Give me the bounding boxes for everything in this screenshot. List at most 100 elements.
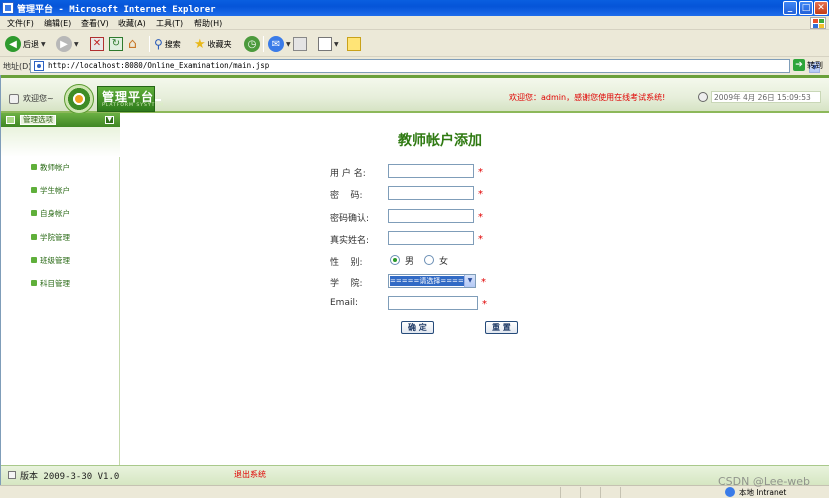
sidebar-item-label: 科目管理 <box>40 278 70 288</box>
logo: 管理平台 PLATFORM SYSYTEM <box>97 86 163 112</box>
minimize-button[interactable]: _ <box>783 1 797 15</box>
realname-input[interactable] <box>388 231 474 245</box>
address-bar: 地址(D) http://localhost:8080/Online_Exami… <box>0 58 829 74</box>
password-label: 密 码: <box>330 191 363 201</box>
logo-subtitle: PLATFORM SYSYTEM <box>102 103 165 108</box>
bullet-icon <box>31 257 37 263</box>
printer-icon <box>293 37 307 51</box>
sidebar-item-class[interactable]: 班级管理 <box>31 254 70 266</box>
college-select[interactable]: =====请选择===== ▼ <box>388 274 476 288</box>
college-label: 学 院: <box>330 279 363 289</box>
home-button[interactable]: ⌂ <box>128 35 137 53</box>
forward-dropdown-icon: ▼ <box>74 40 79 48</box>
gender-female-radio[interactable] <box>424 255 434 265</box>
toolbar-separator <box>149 36 150 52</box>
note-icon <box>347 37 361 51</box>
sidebar-item-subject[interactable]: 科目管理 <box>31 277 70 289</box>
refresh-button[interactable]: ↻ <box>109 35 123 53</box>
address-input[interactable]: http://localhost:8080/Online_Examination… <box>30 59 820 73</box>
print-button[interactable] <box>293 35 307 53</box>
username-input[interactable] <box>388 164 474 178</box>
bullet-icon <box>31 234 37 240</box>
search-label: 搜索 <box>164 39 181 49</box>
status-cell <box>560 487 580 498</box>
edit-button[interactable]: ▼ <box>318 35 339 53</box>
password-input[interactable] <box>388 186 474 200</box>
menu-tools[interactable]: 工具(T) <box>156 18 183 29</box>
refresh-icon: ↻ <box>109 37 123 51</box>
menu-favorites[interactable]: 收藏(A) <box>118 18 146 29</box>
sidebar-band <box>1 127 120 157</box>
email-label: Email: <box>330 298 359 308</box>
close-button[interactable]: ✕ <box>814 1 828 15</box>
logout-link[interactable]: 退出系统 <box>234 469 266 480</box>
bullet-icon <box>31 210 37 216</box>
window-title: 管理平台 - Microsoft Internet Explorer <box>17 5 216 15</box>
gender-label: 性 别: <box>330 258 363 268</box>
sidebar-item-teacher-account[interactable]: 教师帐户 <box>31 161 70 173</box>
address-url[interactable]: http://localhost:8080/Online_Examination… <box>48 61 269 70</box>
gender-male-radio[interactable] <box>390 255 400 265</box>
status-cell <box>620 487 720 498</box>
home-icon: ⌂ <box>128 36 137 52</box>
gender-female-label[interactable]: 女 <box>439 254 448 267</box>
email-input[interactable] <box>388 296 478 310</box>
back-dropdown-icon: ▼ <box>41 40 46 48</box>
forward-arrow-icon: ▶ <box>56 36 72 52</box>
ie-page-icon <box>34 61 44 71</box>
date-time: 2009年 4月 26日 15:09:53 <box>711 91 821 103</box>
history-button[interactable]: ◷ <box>244 35 260 53</box>
required-mark: * <box>478 234 483 245</box>
stop-button[interactable]: ✕ <box>90 35 104 53</box>
required-mark: * <box>478 189 483 200</box>
menu-edit[interactable]: 编辑(E) <box>44 18 71 29</box>
menu-view[interactable]: 查看(V) <box>81 18 109 29</box>
logo-emblem-icon <box>64 84 94 114</box>
reset-button[interactable]: 重 置 <box>485 321 518 334</box>
back-button[interactable]: ◀ 后退 ▼ <box>5 35 46 53</box>
bullet-icon <box>31 187 37 193</box>
welcome-text: 欢迎您~ <box>23 94 54 103</box>
menu-icon <box>6 116 15 124</box>
sidebar-header: 管理选项 ▼ <box>1 113 120 127</box>
sidebar-title: 管理选项 <box>20 115 56 125</box>
college-select-value: =====请选择===== <box>390 276 464 286</box>
windows-logo-icon <box>810 17 826 29</box>
gender-male-label[interactable]: 男 <box>405 254 414 267</box>
collapse-icon[interactable]: ▼ <box>105 116 114 124</box>
mail-button[interactable]: ✉ ▼ <box>268 35 291 53</box>
sidebar-item-label: 自身帐户 <box>40 208 70 218</box>
maximize-button[interactable]: □ <box>799 1 813 15</box>
search-button[interactable]: ⚲ 搜索 <box>154 35 181 53</box>
document-icon <box>318 37 332 51</box>
menu-file[interactable]: 文件(F) <box>7 18 34 29</box>
search-icon: ⚲ <box>154 37 163 51</box>
page-viewport: 欢迎您~ 管理平台 PLATFORM SYSYTEM 欢迎您：admin，感谢您… <box>0 75 829 485</box>
submit-button[interactable]: 确 定 <box>401 321 434 334</box>
go-button[interactable]: ➔ 转到 <box>793 59 823 71</box>
clock-icon <box>698 92 708 102</box>
watermark: CSDN @Lee-web <box>718 475 811 488</box>
sidebar-item-student-account[interactable]: 学生帐户 <box>31 184 70 196</box>
required-mark: * <box>481 277 486 288</box>
menu-help[interactable]: 帮助(H) <box>194 18 222 29</box>
go-label: 转到 <box>807 60 823 70</box>
confirm-password-label: 密码确认: <box>330 214 370 224</box>
required-mark: * <box>478 212 483 223</box>
confirm-password-input[interactable] <box>388 209 474 223</box>
site-footer: 版本 2009-3-30 V1.0 退出系统 <box>1 465 829 485</box>
status-cell <box>580 487 600 498</box>
sidebar-item-college[interactable]: 学院管理 <box>31 231 70 243</box>
main-content: 教师帐户添加 用 户 名: * 密 码: * 密码确认: * 真实姓名: * 性… <box>121 113 829 465</box>
mail-icon: ✉ <box>268 36 284 52</box>
sidebar-item-own-account[interactable]: 自身帐户 <box>31 207 70 219</box>
stop-icon: ✕ <box>90 37 104 51</box>
star-icon: ★ <box>194 36 206 52</box>
intranet-zone-icon <box>725 487 735 497</box>
status-bar: 本地 Intranet <box>0 485 829 498</box>
messenger-button[interactable] <box>347 35 361 53</box>
toolbar-separator <box>263 36 264 52</box>
forward-button[interactable]: ▶ ▼ <box>56 35 79 53</box>
chevron-down-icon[interactable]: ▼ <box>464 275 475 287</box>
favorites-button[interactable]: ★ 收藏夹 <box>194 35 232 53</box>
